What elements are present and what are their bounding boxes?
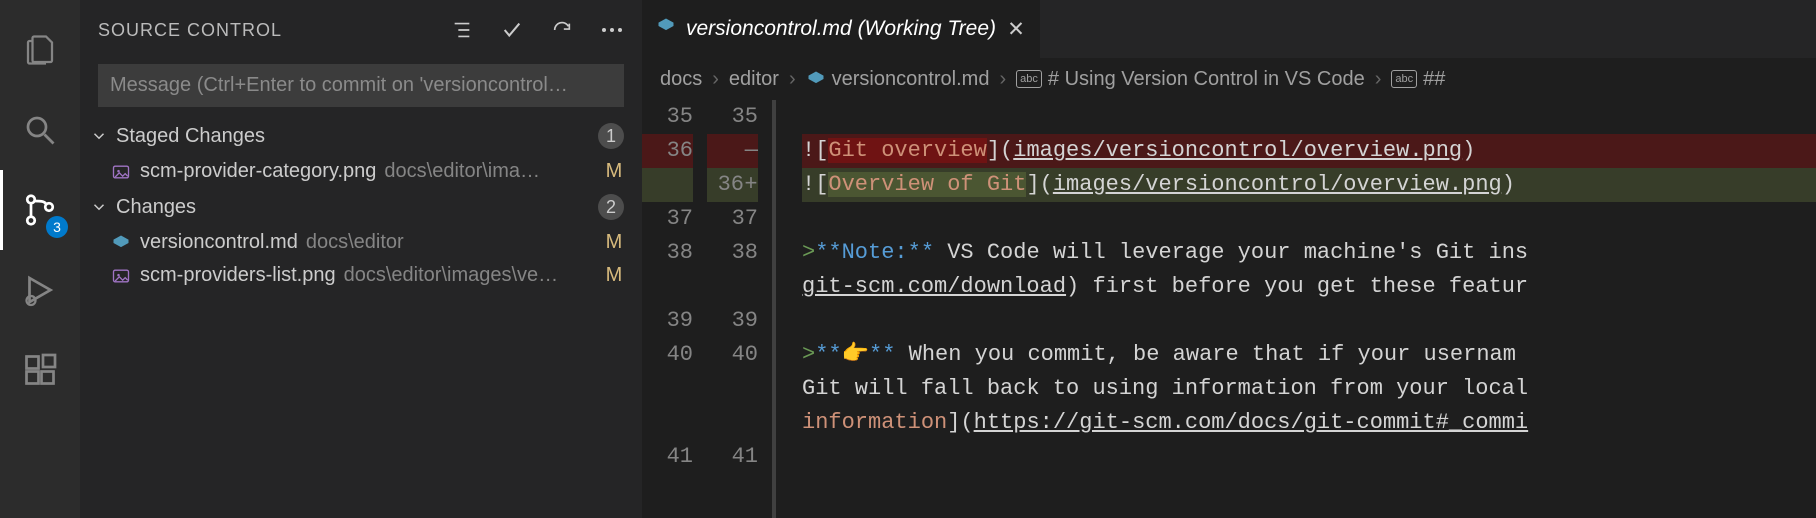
- changes-count: 2: [598, 194, 624, 220]
- activity-scm[interactable]: 3: [0, 170, 80, 250]
- breadcrumb-item[interactable]: versioncontrol.md: [832, 68, 990, 91]
- files-icon: [22, 32, 58, 68]
- markdown-icon: [110, 232, 132, 254]
- section-label: Changes: [116, 196, 196, 219]
- tab-bar: versioncontrol.md (Working Tree) ✕: [642, 0, 1816, 58]
- chevron-down-icon: [90, 127, 110, 145]
- file-status-modified: M: [604, 231, 624, 254]
- changes-header[interactable]: Changes 2: [80, 188, 642, 226]
- code-line: [802, 100, 1816, 134]
- file-path: docs\editor\ima…: [384, 160, 596, 183]
- symbol-string-icon: abc: [1391, 70, 1417, 88]
- editor-tab[interactable]: versioncontrol.md (Working Tree) ✕: [642, 0, 1040, 58]
- code-line-added: ![Overview of Git](images/versioncontrol…: [802, 168, 1816, 202]
- debug-icon: [22, 272, 58, 308]
- changed-file-row[interactable]: scm-providers-list.png docs\editor\image…: [80, 259, 642, 292]
- file-name: scm-providers-list.png: [140, 264, 336, 287]
- staged-count: 1: [598, 123, 624, 149]
- code-line: [802, 202, 1816, 236]
- code-line: >**👉** When you commit, be aware that if…: [802, 338, 1816, 372]
- file-status-modified: M: [604, 264, 624, 287]
- code-line: git-scm.com/download) first before you g…: [802, 270, 1816, 304]
- file-path: docs\editor\images\ve…: [344, 264, 596, 287]
- changed-file-row[interactable]: versioncontrol.md docs\editor M: [80, 226, 642, 259]
- breadcrumb-item[interactable]: ##: [1423, 68, 1445, 91]
- file-path: docs\editor: [306, 231, 596, 254]
- breadcrumb-item[interactable]: # Using Version Control in VS Code: [1048, 68, 1365, 91]
- commit-message-input[interactable]: [98, 64, 624, 107]
- chevron-right-icon: ›: [789, 68, 796, 91]
- breadcrumb-item[interactable]: docs: [660, 68, 702, 91]
- code-line: information](https://git-scm.com/docs/gi…: [802, 406, 1816, 440]
- section-label: Staged Changes: [116, 125, 265, 148]
- breadcrumb[interactable]: docs › editor › versioncontrol.md › abc …: [642, 58, 1816, 100]
- file-name: scm-provider-category.png: [140, 160, 376, 183]
- sidebar-actions: [450, 18, 624, 42]
- tab-title: versioncontrol.md (Working Tree): [686, 17, 996, 41]
- sidebar-title: SOURCE CONTROL: [98, 20, 282, 41]
- symbol-string-icon: abc: [1016, 70, 1042, 88]
- editor-area: versioncontrol.md (Working Tree) ✕ docs …: [642, 0, 1816, 518]
- breadcrumb-item[interactable]: editor: [729, 68, 779, 91]
- chevron-right-icon: ›: [1375, 68, 1382, 91]
- image-icon: [110, 265, 132, 287]
- sidebar-header: SOURCE CONTROL: [80, 0, 642, 60]
- gutter-modified: 35 — 36+ 37 38 39 40 41: [707, 100, 772, 518]
- code-line: [802, 304, 1816, 338]
- extensions-icon: [22, 352, 58, 388]
- code-content[interactable]: ![Git overview](images/versioncontrol/ov…: [772, 100, 1816, 518]
- activity-extensions[interactable]: [0, 330, 80, 410]
- activity-search[interactable]: [0, 90, 80, 170]
- code-line: [802, 440, 1816, 474]
- code-line: >**Note:** VS Code will leverage your ma…: [802, 236, 1816, 270]
- source-control-sidebar: SOURCE CONTROL Staged Changes 1 scm: [80, 0, 642, 518]
- file-name: versioncontrol.md: [140, 231, 298, 254]
- activity-explorer[interactable]: [0, 10, 80, 90]
- activity-bar: 3: [0, 0, 80, 518]
- markdown-icon: [806, 69, 826, 89]
- gutter-original: 35 36 37 38 39 40 41: [642, 100, 707, 518]
- code-line: Git will fall back to using information …: [802, 372, 1816, 406]
- close-icon[interactable]: ✕: [1006, 17, 1026, 42]
- markdown-icon: [656, 16, 676, 42]
- diff-editor[interactable]: 35 36 37 38 39 40 41 35 — 36+ 37 38 39 4…: [642, 100, 1816, 518]
- scm-badge: 3: [46, 216, 68, 238]
- chevron-down-icon: [90, 198, 110, 216]
- commit-icon[interactable]: [500, 18, 524, 42]
- search-icon: [22, 112, 58, 148]
- more-icon[interactable]: [600, 18, 624, 42]
- file-status-modified: M: [604, 160, 624, 183]
- image-icon: [110, 161, 132, 183]
- view-tree-icon[interactable]: [450, 18, 474, 42]
- refresh-icon[interactable]: [550, 18, 574, 42]
- staged-file-row[interactable]: scm-provider-category.png docs\editor\im…: [80, 155, 642, 188]
- chevron-right-icon: ›: [712, 68, 719, 91]
- activity-run-debug[interactable]: [0, 250, 80, 330]
- chevron-right-icon: ›: [999, 68, 1006, 91]
- code-line-removed: ![Git overview](images/versioncontrol/ov…: [802, 134, 1816, 168]
- staged-changes-header[interactable]: Staged Changes 1: [80, 117, 642, 155]
